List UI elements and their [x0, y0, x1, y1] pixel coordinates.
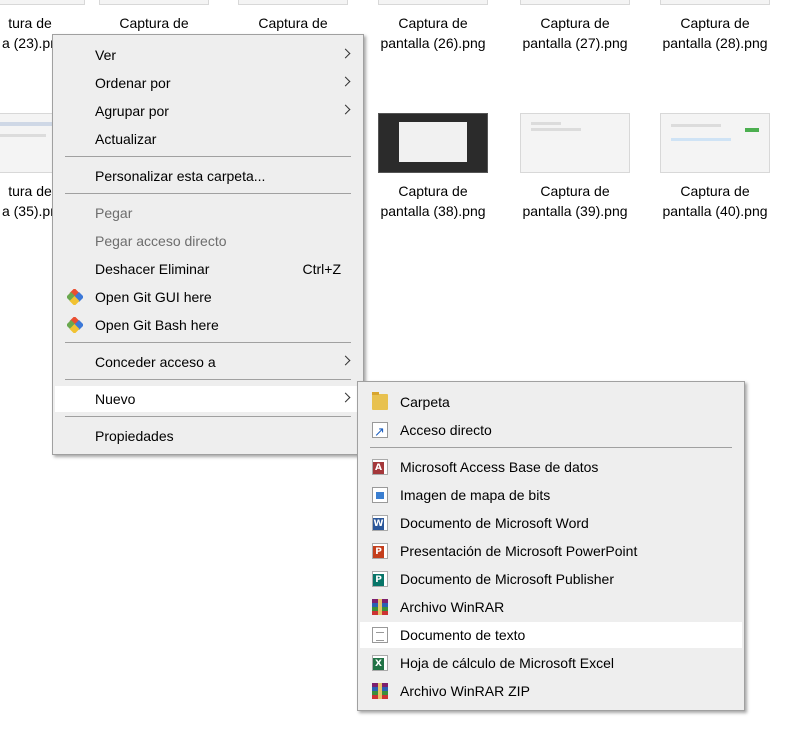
menu-separator: [65, 193, 351, 194]
git-gui-icon: [67, 289, 83, 305]
submenu-item-label: Acceso directo: [400, 422, 492, 438]
new-submenu: Carpeta Acceso directo A Microsoft Acces…: [357, 381, 745, 711]
chevron-right-icon: [340, 392, 351, 403]
submenu-item-label: Archivo WinRAR ZIP: [400, 683, 530, 699]
file-name-line2: pantalla (27).png: [522, 35, 628, 51]
winrar-icon: [372, 599, 388, 615]
menu-item-label: Ver: [95, 47, 117, 63]
menu-item-actualizar[interactable]: Actualizar: [55, 126, 361, 152]
submenu-item-label: Imagen de mapa de bits: [400, 487, 551, 503]
menu-item-open-git-gui[interactable]: Open Git GUI here: [55, 284, 361, 310]
submenu-item-acceso-directo[interactable]: Acceso directo: [360, 417, 742, 446]
powerpoint-icon: P: [372, 543, 388, 559]
file-name-line1: Captura de: [540, 183, 610, 199]
file-name-line1: tura de: [8, 15, 52, 31]
submenu-item-excel[interactable]: X Hoja de cálculo de Microsoft Excel: [360, 650, 742, 676]
folder-icon: [372, 392, 388, 410]
menu-item-label: Actualizar: [95, 131, 157, 147]
chevron-right-icon: [340, 355, 351, 366]
file-name-line1: Captura de: [398, 183, 468, 199]
menu-item-pegar-acceso-directo[interactable]: Pegar acceso directo: [55, 228, 361, 254]
menu-item-label: Agrupar por: [95, 103, 169, 119]
file-name-line1: Captura de: [680, 183, 750, 199]
text-document-icon: [372, 627, 388, 643]
menu-item-label: Open Git Bash here: [95, 317, 219, 333]
submenu-item-label: Archivo WinRAR: [400, 599, 505, 615]
menu-item-label: Pegar: [95, 205, 133, 221]
file-name-line1: Captura de: [680, 15, 750, 31]
submenu-item-label: Microsoft Access Base de datos: [400, 459, 599, 475]
file-name-line1: Captura de: [540, 15, 610, 31]
file-name-line1: Captura de: [398, 15, 468, 31]
menu-item-personalizar-carpeta[interactable]: Personalizar esta carpeta...: [55, 163, 361, 189]
submenu-item-publisher[interactable]: P Documento de Microsoft Publisher: [360, 566, 742, 592]
menu-item-pegar[interactable]: Pegar: [55, 200, 361, 226]
file-name-line2: pantalla (28).png: [662, 35, 768, 51]
menu-item-label: Open Git GUI here: [95, 289, 212, 305]
submenu-item-winrar[interactable]: Archivo WinRAR: [360, 594, 742, 620]
submenu-item-label: Hoja de cálculo de Microsoft Excel: [400, 655, 614, 671]
submenu-item-bitmap[interactable]: Imagen de mapa de bits: [360, 482, 742, 508]
file-thumbnail: [99, 0, 209, 5]
submenu-item-documento-texto[interactable]: Documento de texto: [360, 622, 742, 648]
menu-separator: [65, 416, 351, 417]
menu-item-label: Personalizar esta carpeta...: [95, 168, 266, 184]
menu-item-ordenar-por[interactable]: Ordenar por: [55, 70, 361, 96]
menu-item-label: Pegar acceso directo: [95, 233, 227, 249]
file-name-line2: pantalla (39).png: [522, 203, 628, 219]
submenu-item-label: Presentación de Microsoft PowerPoint: [400, 543, 638, 559]
submenu-item-winrar-zip[interactable]: Archivo WinRAR ZIP: [360, 678, 742, 704]
menu-item-deshacer-eliminar[interactable]: Deshacer Eliminar Ctrl+Z: [55, 256, 361, 282]
word-icon: W: [372, 515, 388, 531]
menu-item-label: Nuevo: [95, 391, 136, 407]
publisher-icon: P: [372, 571, 388, 587]
shortcut-icon: [372, 420, 388, 446]
menu-item-agrupar-por[interactable]: Agrupar por: [55, 98, 361, 124]
submenu-item-powerpoint[interactable]: P Presentación de Microsoft PowerPoint: [360, 538, 742, 564]
menu-separator: [370, 447, 732, 448]
winrar-zip-icon: [372, 683, 388, 699]
menu-item-label: Deshacer Eliminar: [95, 261, 210, 277]
file-thumbnail: [520, 113, 630, 173]
submenu-item-label: Documento de Microsoft Word: [400, 515, 589, 531]
menu-item-ver[interactable]: Ver: [55, 42, 361, 68]
menu-item-label: Propiedades: [95, 428, 174, 444]
menu-item-label: Conceder acceso a: [95, 354, 216, 370]
file-thumbnail: [378, 0, 488, 5]
menu-separator: [65, 379, 351, 380]
menu-item-nuevo[interactable]: Nuevo: [55, 386, 361, 412]
menu-item-conceder-acceso[interactable]: Conceder acceso a: [55, 349, 361, 375]
menu-separator: [65, 342, 351, 343]
submenu-item-label: Carpeta: [400, 394, 450, 410]
chevron-right-icon: [340, 76, 351, 87]
file-thumbnail: [520, 0, 630, 5]
chevron-right-icon: [340, 48, 351, 59]
context-menu: Ver Ordenar por Agrupar por Actualizar P…: [52, 34, 364, 455]
menu-separator: [65, 156, 351, 157]
file-thumbnail: [660, 0, 770, 5]
chevron-right-icon: [340, 104, 351, 115]
file-name-line2: pantalla (26).png: [380, 35, 486, 51]
menu-item-propiedades[interactable]: Propiedades: [55, 423, 361, 449]
submenu-item-label: Documento de Microsoft Publisher: [400, 571, 614, 587]
submenu-item-word[interactable]: W Documento de Microsoft Word: [360, 510, 742, 536]
excel-icon: X: [372, 655, 388, 671]
submenu-item-access[interactable]: A Microsoft Access Base de datos: [360, 454, 742, 480]
file-thumbnail: [238, 0, 348, 5]
menu-item-label: Ordenar por: [95, 75, 171, 91]
menu-item-shortcut: Ctrl+Z: [302, 261, 342, 277]
access-icon: A: [372, 459, 388, 475]
file-name-line2: pantalla (38).png: [380, 203, 486, 219]
submenu-item-label: Documento de texto: [400, 627, 526, 643]
file-name-line1: Captura de: [119, 15, 189, 31]
file-name-line1: Captura de: [258, 15, 328, 31]
file-name-line2: pantalla (40).png: [662, 203, 768, 219]
file-thumbnail: [0, 0, 85, 5]
file-thumbnail: [378, 113, 488, 173]
bitmap-icon: [372, 487, 388, 503]
submenu-item-carpeta[interactable]: Carpeta: [360, 389, 742, 415]
menu-item-open-git-bash[interactable]: Open Git Bash here: [55, 312, 361, 338]
git-bash-icon: [67, 317, 83, 333]
file-thumbnail: [660, 113, 770, 173]
